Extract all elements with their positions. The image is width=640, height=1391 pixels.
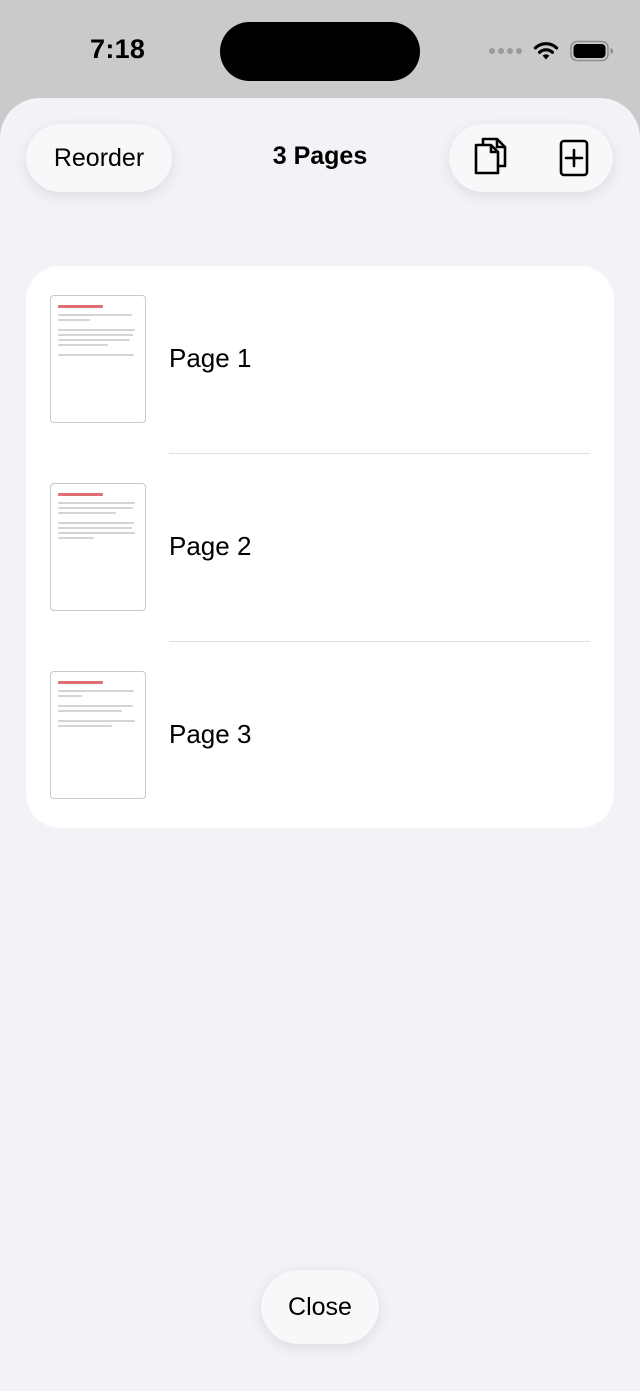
- status-time: 7:18: [90, 34, 146, 64]
- dynamic-island: [220, 22, 420, 81]
- page-thumbnail: [50, 295, 146, 423]
- battery-icon: [570, 40, 613, 62]
- toolbar-actions: [449, 124, 613, 192]
- page-label: Page 3: [169, 719, 252, 749]
- status-indicators: [489, 36, 614, 66]
- add-page-button[interactable]: [554, 134, 594, 182]
- wifi-icon: [533, 42, 559, 60]
- page-thumbnail: [50, 483, 146, 611]
- page-thumbnail: [50, 671, 146, 799]
- page-list: Page 1 Page 2 Page 3: [26, 266, 614, 828]
- page-label: Page 2: [169, 531, 252, 561]
- page-row-2[interactable]: Page 2: [26, 454, 614, 642]
- duplicate-pages-icon: [474, 137, 507, 175]
- duplicate-pages-button[interactable]: [470, 134, 510, 182]
- page-row-1[interactable]: Page 1: [26, 266, 614, 454]
- close-button[interactable]: Close: [261, 1270, 379, 1344]
- page-label: Page 1: [169, 343, 252, 373]
- cellular-signal-icon: [489, 48, 522, 54]
- page-row-3[interactable]: Page 3: [26, 642, 614, 828]
- add-page-icon: [559, 139, 589, 177]
- pages-sheet: Reorder 3 Pages Page 1 Page 2 Page 3 Clo…: [0, 98, 640, 1391]
